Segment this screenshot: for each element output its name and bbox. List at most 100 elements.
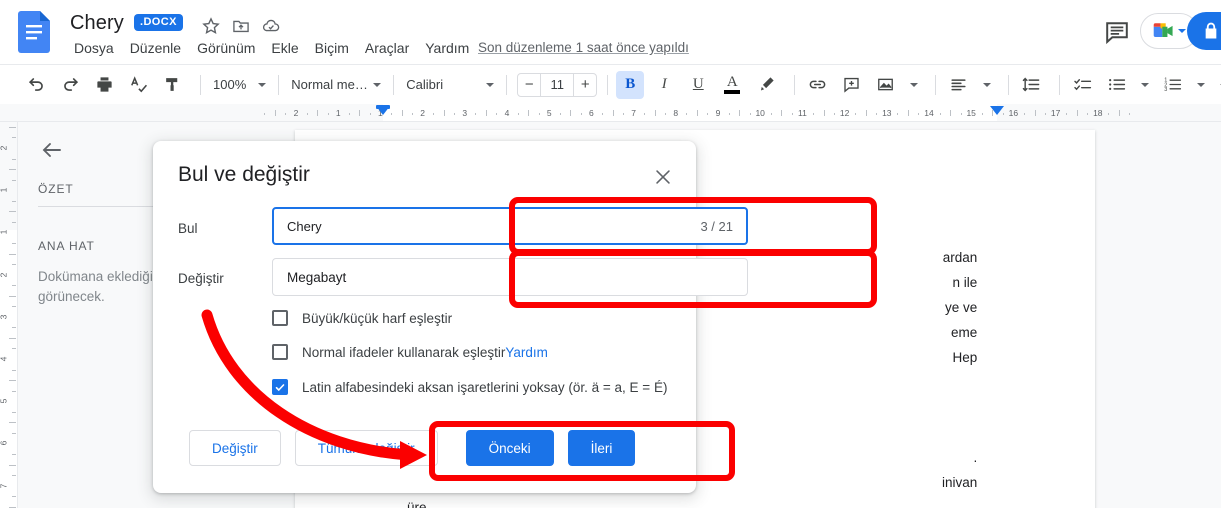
- checkbox-regex[interactable]: Normal ifadeler kullanarak eşleştir Yard…: [272, 344, 548, 360]
- font-size-increase-button[interactable]: +: [574, 74, 596, 96]
- checkbox-match-case[interactable]: Büyük/küçük harf eşleştir: [272, 310, 452, 326]
- menu-item-bicim[interactable]: Biçim: [307, 38, 357, 58]
- ruler-minor-tick: [813, 113, 814, 115]
- ruler-minor-tick: [644, 113, 645, 115]
- chevron-down-icon[interactable]: [978, 71, 996, 99]
- zoom-level-value: 100%: [213, 77, 246, 92]
- checkbox-ignore-accents[interactable]: Latin alfabesindeki aksan işaretlerini y…: [272, 379, 667, 395]
- right-indent-marker[interactable]: [990, 106, 1004, 115]
- share-button[interactable]: [1187, 12, 1221, 50]
- document-text-run: inivan: [942, 475, 977, 490]
- highlight-color-icon[interactable]: [752, 71, 780, 99]
- ruler-tick-label: 6: [0, 441, 8, 446]
- first-line-indent-marker[interactable]: [376, 105, 390, 109]
- text-color-button[interactable]: A: [718, 71, 746, 99]
- spellcheck-icon[interactable]: [124, 71, 152, 99]
- menu-item-dosya[interactable]: Dosya: [66, 38, 122, 58]
- back-arrow-icon[interactable]: [40, 138, 64, 162]
- menu-item-yardim[interactable]: Yardım: [417, 38, 477, 58]
- find-input[interactable]: Chery 3 / 21: [272, 207, 748, 245]
- ruler-tick: [317, 110, 318, 116]
- menu-item-ekle[interactable]: Ekle: [263, 38, 306, 58]
- checkbox-box[interactable]: [272, 310, 288, 326]
- ruler-minor-tick: [876, 113, 877, 115]
- font-size-decrease-button[interactable]: −: [518, 74, 540, 96]
- bold-button[interactable]: B: [616, 71, 644, 99]
- chevron-down-icon[interactable]: [905, 71, 923, 99]
- numbered-list-icon[interactable]: 1 2 3: [1158, 71, 1186, 99]
- insert-link-icon[interactable]: [803, 71, 831, 99]
- comment-history-icon[interactable]: [1103, 18, 1131, 46]
- ruler-minor-tick: [539, 113, 540, 115]
- italic-button[interactable]: I: [650, 71, 678, 99]
- line-spacing-icon[interactable]: [1017, 71, 1045, 99]
- chevron-down-icon[interactable]: [1136, 71, 1154, 99]
- toolbar-divider: [393, 75, 394, 95]
- underline-label: U: [693, 76, 704, 93]
- font-family-select[interactable]: Calibri: [402, 77, 498, 92]
- lock-icon: [1201, 21, 1221, 41]
- move-to-folder-icon[interactable]: [231, 16, 251, 36]
- dialog-button-row: Değiştir Tümünü değiştir Önceki İleri: [189, 430, 635, 466]
- app-header: Chery .DOCX Dosya Düzenle Görünüm Ekle B…: [0, 0, 1221, 64]
- ruler-minor-tick: [1129, 113, 1130, 115]
- ruler-minor-tick: [12, 433, 16, 434]
- document-title[interactable]: Chery: [70, 10, 124, 36]
- checkbox-box[interactable]: [272, 344, 288, 360]
- replace-input-value: Megabayt: [287, 270, 346, 285]
- star-icon[interactable]: [201, 16, 221, 36]
- checklist-icon[interactable]: [1068, 71, 1096, 99]
- ruler-minor-tick: [1087, 113, 1088, 115]
- underline-button[interactable]: U: [684, 71, 712, 99]
- decrease-indent-icon[interactable]: [1214, 71, 1221, 99]
- ruler-tick-label: 1: [0, 188, 8, 193]
- replace-input[interactable]: Megabayt: [272, 258, 748, 296]
- ruler-tick-label: 2: [294, 108, 299, 118]
- ruler-tick-label: 7: [0, 483, 8, 488]
- ruler-minor-tick: [496, 113, 497, 115]
- ruler-minor-tick: [12, 222, 16, 223]
- meet-camera-icon: [1152, 21, 1176, 41]
- toolbar-divider: [794, 75, 795, 95]
- ruler-tick-label: 2: [0, 146, 8, 151]
- chevron-down-icon[interactable]: [1192, 71, 1210, 99]
- replace-button[interactable]: Değiştir: [189, 430, 281, 466]
- document-line: Hep: [942, 345, 977, 370]
- last-edit-status[interactable]: Son düzenleme 1 saat önce yapıldı: [478, 40, 689, 55]
- vertical-ruler[interactable]: 211234567: [0, 122, 18, 508]
- document-text-right: ardann ileye veemeHep.inivan: [942, 220, 977, 495]
- menu-item-gorunum[interactable]: Görünüm: [189, 38, 263, 58]
- undo-icon[interactable]: [22, 71, 50, 99]
- close-icon[interactable]: [652, 166, 674, 188]
- paint-format-icon[interactable]: [158, 71, 186, 99]
- redo-icon[interactable]: [56, 71, 84, 99]
- cloud-saved-icon[interactable]: [261, 16, 281, 36]
- regex-help-link[interactable]: Yardım: [505, 345, 548, 360]
- ruler-minor-tick: [412, 113, 413, 115]
- add-comment-icon[interactable]: [837, 71, 865, 99]
- paragraph-style-select[interactable]: Normal me…: [287, 77, 385, 92]
- ruler-tick: [866, 110, 867, 116]
- ruler-minor-tick: [707, 113, 708, 115]
- zoom-level-select[interactable]: 100%: [209, 77, 270, 92]
- checkbox-box[interactable]: [272, 379, 288, 395]
- bulleted-list-icon[interactable]: [1102, 71, 1130, 99]
- ruler-tick-label: 4: [505, 108, 510, 118]
- font-size-input[interactable]: 11: [540, 74, 574, 96]
- menu-item-duzenle[interactable]: Düzenle: [122, 38, 189, 58]
- ruler-minor-tick: [12, 475, 16, 476]
- previous-button[interactable]: Önceki: [466, 430, 554, 466]
- insert-image-icon[interactable]: [871, 71, 899, 99]
- ruler-tick-label: 4: [0, 357, 8, 362]
- document-line: .: [942, 445, 977, 470]
- print-icon[interactable]: [90, 71, 118, 99]
- next-button[interactable]: İleri: [568, 430, 636, 466]
- ruler-minor-tick: [855, 113, 856, 115]
- horizontal-ruler[interactable]: 21123456789101112131415161718: [0, 104, 1221, 122]
- menu-item-araclar[interactable]: Araçlar: [357, 38, 417, 58]
- font-size-stepper[interactable]: − 11 +: [517, 73, 597, 97]
- chevron-down-icon: [373, 83, 381, 87]
- text-align-icon[interactable]: [944, 71, 972, 99]
- replace-all-button[interactable]: Tümünü değiştir: [295, 430, 438, 466]
- chevron-down-icon[interactable]: [1178, 29, 1186, 33]
